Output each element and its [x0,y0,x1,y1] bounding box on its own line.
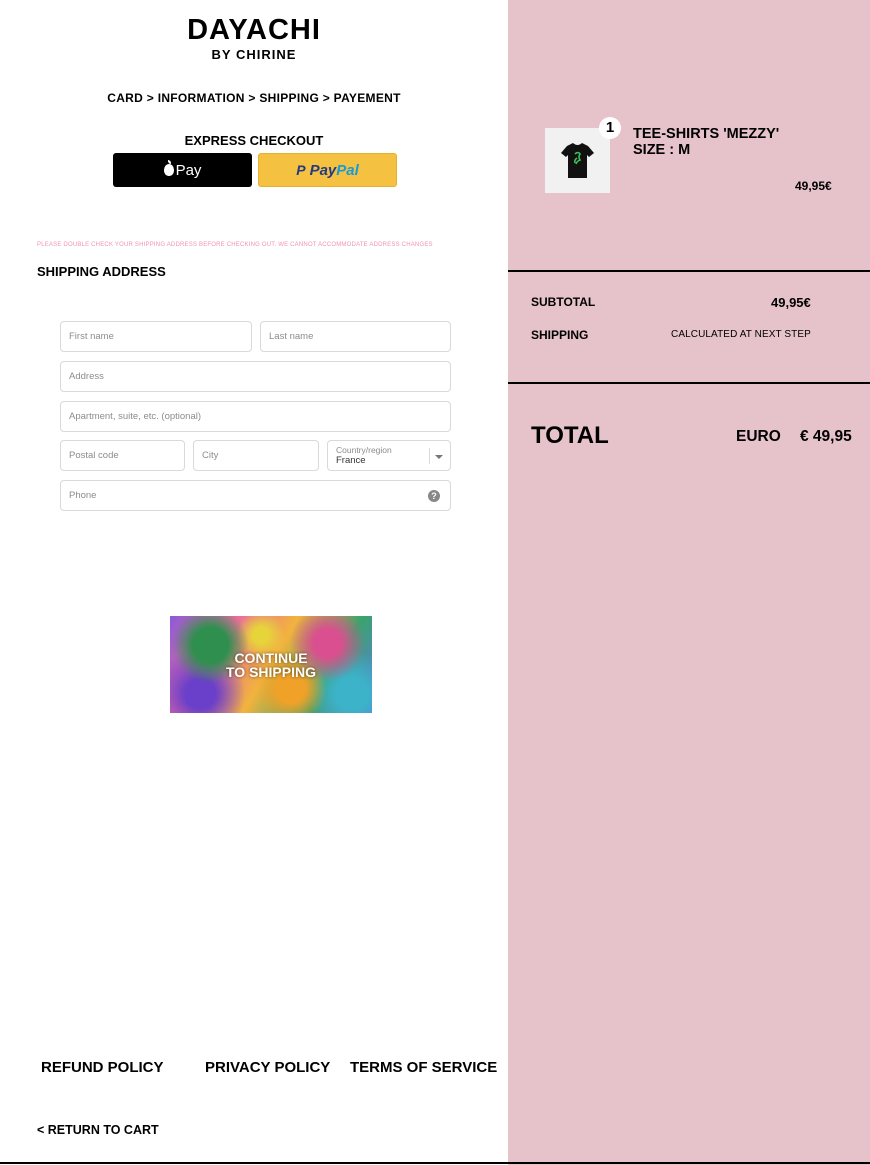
address-field[interactable]: Address [60,361,451,392]
product-price: 49,95€ [795,179,832,193]
shipping-notice: PLEASE DOUBLE CHECK YOUR SHIPPING ADDRES… [37,242,433,248]
country-value: France [336,455,366,466]
shipping-address-heading: SHIPPING ADDRESS [37,264,166,279]
continue-to-shipping-button[interactable]: CONTINUE TO SHIPPING [170,616,372,713]
apartment-field[interactable]: Apartment, suite, etc. (optional) [60,401,451,432]
phone-field[interactable]: Phone ? [60,480,451,511]
last-name-field[interactable]: Last name [260,321,451,352]
summary-divider [508,270,870,272]
tshirt-icon [561,143,594,178]
paypal-label-pay: Pay [309,161,337,179]
apple-icon [163,160,174,176]
continue-button-label: CONTINUE TO SHIPPING [226,649,316,680]
subtotal-label: SUBTOTAL [531,295,596,309]
summary-divider [508,382,870,384]
city-field[interactable]: City [193,440,319,471]
shipping-label: SHIPPING [531,328,589,342]
product-size: SIZE : M [633,142,691,158]
brand-logo[interactable]: DAYACHI [0,14,508,47]
apple-pay-button[interactable]: Pay [113,153,252,187]
apple-pay-label: Pay [175,161,202,179]
brand-subtitle: BY CHIRINE [211,47,297,62]
express-checkout-title: EXPRESS CHECKOUT [184,133,324,148]
paypal-icon: P [296,162,306,178]
phone-placeholder: Phone [69,490,97,501]
terms-of-service-link[interactable]: TERMS OF SERVICE [350,1059,497,1076]
total-currency: EURO [736,428,781,445]
page-bottom-border [0,1162,870,1164]
checkout-form-panel [0,0,508,1165]
quantity-badge: 1 [599,117,621,139]
country-select[interactable]: Country/region France [327,440,451,471]
return-to-cart-link[interactable]: < RETURN TO CART [37,1123,159,1137]
product-thumbnail [545,128,610,193]
chevron-down-icon [435,455,443,459]
select-divider [429,448,430,464]
subtotal-value: 49,95€ [771,295,811,310]
help-icon[interactable]: ? [428,490,440,502]
shipping-value: CALCULATED AT NEXT STEP [671,329,811,340]
country-label: Country/region [336,445,392,455]
first-name-field[interactable]: First name [60,321,252,352]
refund-policy-link[interactable]: REFUND POLICY [41,1059,164,1076]
total-label: TOTAL [531,422,609,449]
postal-code-field[interactable]: Postal code [60,440,185,471]
breadcrumb: CARD > INFORMATION > SHIPPING > PAYEMENT [107,91,401,105]
privacy-policy-link[interactable]: PRIVACY POLICY [205,1059,330,1076]
paypal-label-pal: Pal [336,161,359,179]
paypal-button[interactable]: P Pay Pal [258,153,397,187]
total-amount: € 49,95 [800,428,852,445]
product-name: TEE-SHIRTS 'MEZZY' [633,126,780,142]
